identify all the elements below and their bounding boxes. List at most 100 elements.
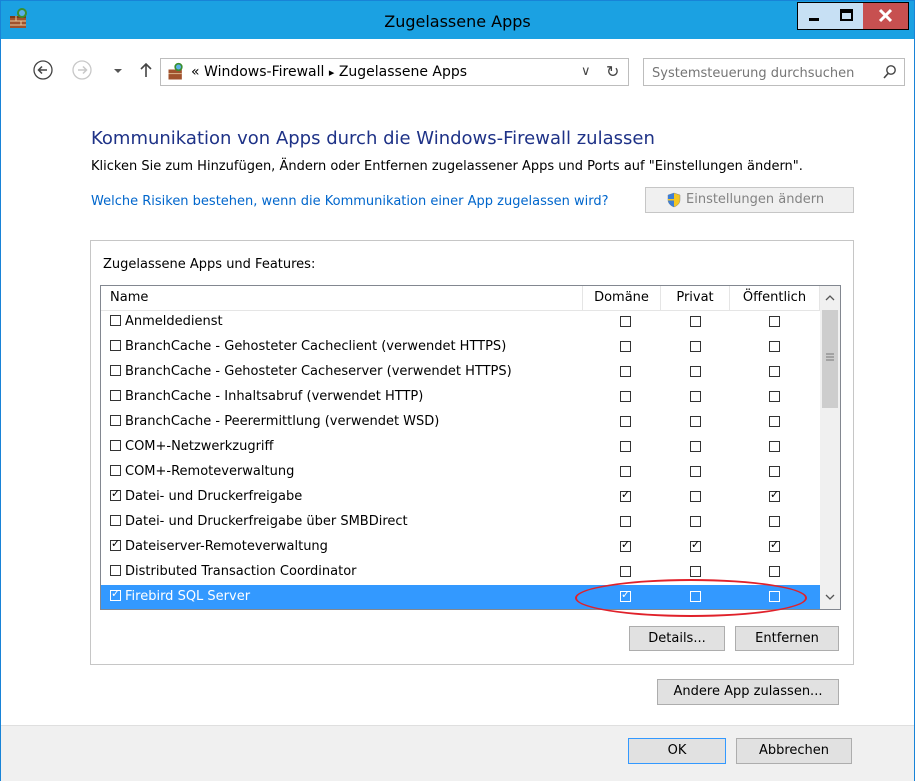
column-header-domain[interactable]: Domäne [583,286,661,310]
enable-checkbox[interactable] [110,340,121,351]
private-checkbox[interactable] [690,366,701,377]
titlebar[interactable]: Zugelassene Apps [1,1,914,39]
public-checkbox[interactable] [769,366,780,377]
forward-icon[interactable] [71,59,93,81]
scroll-up-icon[interactable] [824,293,836,303]
enable-checkbox[interactable] [110,415,121,426]
enable-checkbox[interactable] [110,390,121,401]
remove-button[interactable]: Entfernen [735,626,839,651]
private-checkbox[interactable] [690,491,701,502]
private-checkbox[interactable] [690,316,701,327]
list-item[interactable]: Datei- und Druckerfreigabe [101,485,820,510]
footer-bar: OK Abbrechen [1,725,914,781]
public-checkbox[interactable] [769,516,780,527]
close-button[interactable] [863,2,909,30]
list-item[interactable]: COM+-Remoteverwaltung [101,460,820,485]
public-checkbox[interactable] [769,391,780,402]
list-item[interactable]: BranchCache - Gehosteter Cacheserver (ve… [101,360,820,385]
public-checkbox[interactable] [769,591,780,602]
private-checkbox[interactable] [690,566,701,577]
private-checkbox[interactable] [690,516,701,527]
list-item[interactable]: BranchCache - Inhaltsabruf (verwendet HT… [101,385,820,410]
public-checkbox[interactable] [769,488,780,502]
list-item[interactable]: Firebird SQL Server [101,585,820,609]
scrollbar-thumb[interactable] [822,310,838,408]
page-title: Kommunikation von Apps durch die Windows… [91,128,655,149]
back-icon[interactable] [32,59,54,81]
risks-link[interactable]: Welche Risiken bestehen, wenn die Kommun… [91,194,621,210]
search-input[interactable] [650,62,874,84]
list-item-label: COM+-Netzwerkzugriff [125,439,274,454]
private-checkbox[interactable] [690,466,701,477]
domain-checkbox[interactable] [620,366,631,377]
domain-checkbox[interactable] [620,316,631,327]
domain-checkbox[interactable] [620,538,631,552]
list-item[interactable]: BranchCache - Gehosteter Cacheclient (ve… [101,335,820,360]
refresh-icon[interactable]: ↻ [606,62,619,81]
enable-checkbox[interactable] [110,465,121,476]
address-bar[interactable]: « Windows-Firewall ▸ Zugelassene Apps ∨ … [160,58,629,86]
breadcrumb-separator-icon[interactable]: ▸ [329,66,335,79]
enable-checkbox[interactable] [110,365,121,376]
enable-checkbox[interactable] [110,565,121,576]
private-checkbox[interactable] [690,416,701,427]
cancel-button[interactable]: Abbrechen [736,738,852,764]
enable-checkbox[interactable] [110,537,121,551]
enable-checkbox[interactable] [110,487,121,501]
enable-checkbox[interactable] [110,315,121,326]
domain-checkbox[interactable] [620,566,631,577]
scroll-down-icon[interactable] [824,592,836,602]
vertical-scrollbar[interactable] [820,286,840,609]
change-settings-button[interactable]: Einstellungen ändern [645,187,854,213]
breadcrumb-overflow[interactable]: « [191,64,200,80]
domain-checkbox[interactable] [620,516,631,527]
column-header-public[interactable]: Öffentlich [730,286,820,310]
public-checkbox[interactable] [769,441,780,452]
private-checkbox[interactable] [690,538,701,552]
list-item-label: BranchCache - Gehosteter Cacheserver (ve… [125,364,512,379]
allow-other-app-button[interactable]: Andere App zulassen... [657,679,839,705]
enable-checkbox[interactable] [110,440,121,451]
up-arrow-icon[interactable] [135,59,157,81]
details-button[interactable]: Details... [629,626,725,651]
apps-list[interactable]: Name Domäne Privat Öffentlich Anmeldedie… [100,285,841,610]
public-checkbox[interactable] [769,416,780,427]
breadcrumb-allowed-apps[interactable]: Zugelassene Apps [339,64,467,80]
column-header-name[interactable]: Name [101,286,583,310]
breadcrumb-windows-firewall[interactable]: Windows-Firewall [204,64,324,80]
list-item[interactable]: Distributed Transaction Coordinator [101,560,820,585]
recent-pages-chevron-icon[interactable] [107,59,129,81]
list-item[interactable]: Anmeldedienst [101,310,820,335]
private-checkbox[interactable] [690,341,701,352]
ok-button[interactable]: OK [628,738,726,764]
list-item[interactable]: Dateiserver-Remoteverwaltung [101,535,820,560]
list-item-name-cell: BranchCache - Gehosteter Cacheclient (ve… [110,339,506,354]
maximize-button[interactable] [830,2,864,30]
column-header-private[interactable]: Privat [661,286,730,310]
list-item-name-cell: BranchCache - Inhaltsabruf (verwendet HT… [110,389,423,404]
private-checkbox[interactable] [690,591,701,602]
domain-checkbox[interactable] [620,391,631,402]
domain-checkbox[interactable] [620,416,631,427]
list-item[interactable]: Datei- und Druckerfreigabe über SMBDirec… [101,510,820,535]
public-checkbox[interactable] [769,538,780,552]
public-checkbox[interactable] [769,341,780,352]
search-box[interactable] [643,58,905,86]
private-checkbox[interactable] [690,441,701,452]
domain-checkbox[interactable] [620,441,631,452]
public-checkbox[interactable] [769,566,780,577]
address-dropdown-icon[interactable]: ∨ [581,64,591,79]
private-checkbox[interactable] [690,391,701,402]
public-checkbox[interactable] [769,316,780,327]
domain-checkbox[interactable] [620,466,631,477]
domain-checkbox[interactable] [620,341,631,352]
search-icon[interactable] [882,64,898,80]
domain-checkbox[interactable] [620,588,631,602]
public-checkbox[interactable] [769,466,780,477]
list-item[interactable]: COM+-Netzwerkzugriff [101,435,820,460]
minimize-button[interactable] [797,2,831,30]
enable-checkbox[interactable] [110,587,121,601]
enable-checkbox[interactable] [110,515,121,526]
domain-checkbox[interactable] [620,488,631,502]
list-item[interactable]: BranchCache - Peerermittlung (verwendet … [101,410,820,435]
